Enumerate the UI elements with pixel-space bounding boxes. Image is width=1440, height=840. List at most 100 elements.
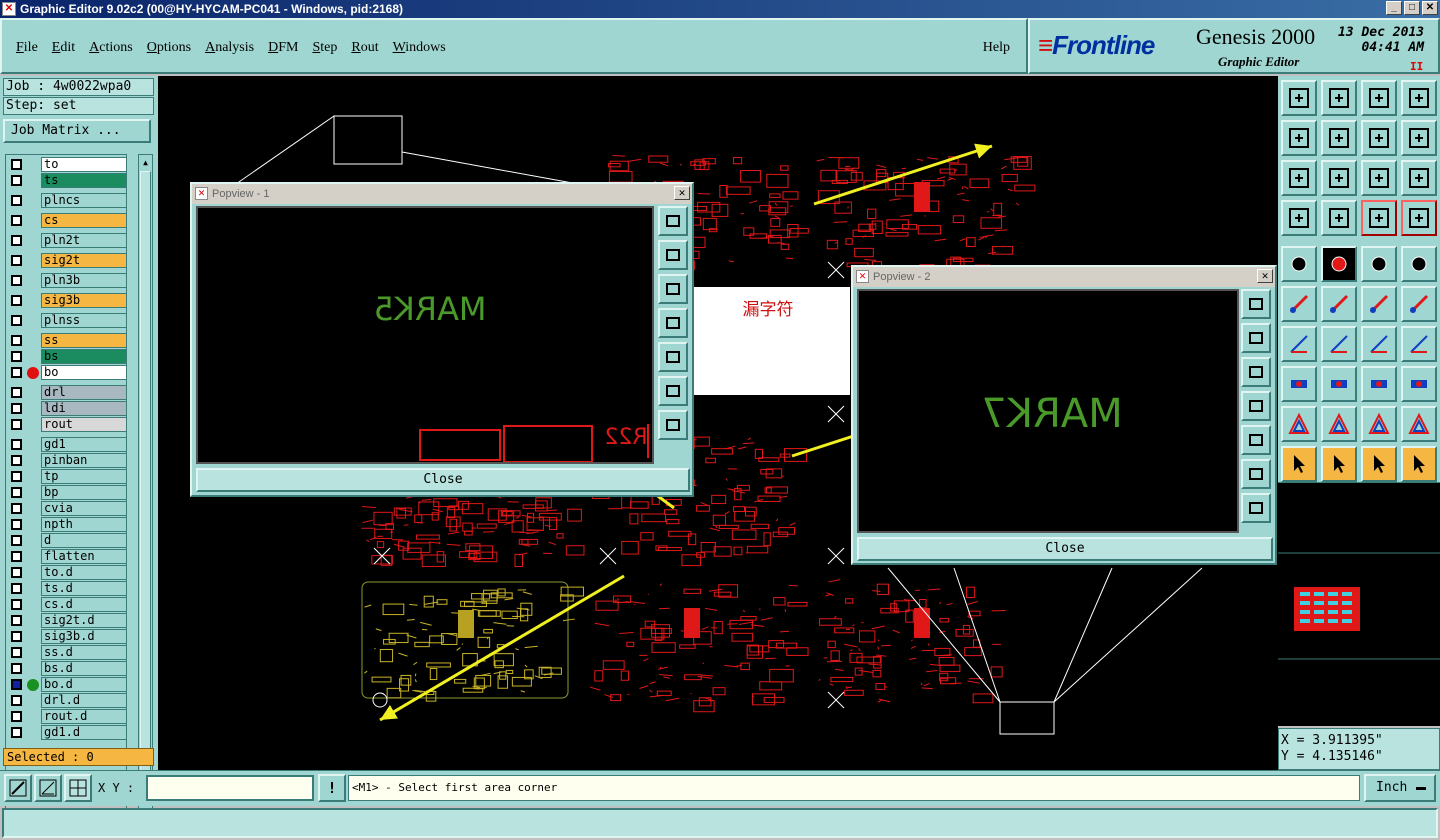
line-node2-button[interactable]: [1401, 286, 1437, 322]
arrow-left-button[interactable]: [1281, 120, 1317, 156]
popview-tool-button[interactable]: [1241, 391, 1271, 421]
cut-button[interactable]: [1321, 246, 1357, 282]
exclamation-button[interactable]: !: [318, 774, 346, 802]
popview-1-window[interactable]: ✕ Popview - 1 ✕ MARK5 R22 Close: [190, 182, 694, 497]
cross-button[interactable]: [1321, 286, 1357, 322]
layer-checkbox[interactable]: [11, 583, 22, 594]
layer-name[interactable]: sig2t.d: [41, 613, 126, 628]
layer-checkbox[interactable]: [11, 387, 22, 398]
layer-checkbox[interactable]: [11, 335, 22, 346]
layer-checkbox[interactable]: [11, 215, 22, 226]
layer-name[interactable]: sig3b.d: [41, 629, 126, 644]
layer-checkbox[interactable]: [11, 439, 22, 450]
maximize-button[interactable]: □: [1404, 1, 1420, 15]
layer-name[interactable]: rout.d: [41, 709, 126, 724]
layer-row[interactable]: plnss: [6, 313, 126, 328]
popview-1-view[interactable]: MARK5 R22: [196, 206, 654, 464]
layer-row[interactable]: bp: [6, 485, 126, 500]
layer-name[interactable]: gd1: [41, 437, 126, 452]
job-matrix-button[interactable]: Job Matrix ...: [3, 119, 151, 143]
layer-checkbox[interactable]: [11, 367, 22, 378]
popview-tool-button[interactable]: [1241, 425, 1271, 455]
popview-2-window[interactable]: ✕ Popview - 2 ✕ MARK7 Close: [851, 265, 1277, 565]
arrow-right-button[interactable]: [1321, 120, 1357, 156]
layer-row[interactable]: pln3b: [6, 273, 126, 288]
grid-button[interactable]: [1321, 200, 1357, 236]
layer-name[interactable]: bs.d: [41, 661, 126, 676]
nodes-button[interactable]: [1281, 286, 1317, 322]
arc-button[interactable]: [1361, 326, 1397, 362]
center-button[interactable]: [1321, 160, 1357, 196]
popview-tool-button[interactable]: [1241, 357, 1271, 387]
layer-checkbox[interactable]: [11, 195, 22, 206]
minimize-button[interactable]: _: [1386, 1, 1402, 15]
layer-name[interactable]: drl.d: [41, 693, 126, 708]
menu-windows[interactable]: Windows: [393, 40, 446, 56]
layer-checkbox[interactable]: [11, 487, 22, 498]
layer-checkbox[interactable]: [11, 175, 22, 186]
layer-checkbox[interactable]: [11, 535, 22, 546]
layer-row[interactable]: gd1: [6, 437, 126, 452]
scroll-up-icon[interactable]: ▲: [140, 156, 151, 169]
layer-checkbox[interactable]: [11, 679, 22, 690]
layer-checkbox[interactable]: [11, 403, 22, 414]
layer-row[interactable]: bo.d: [6, 677, 126, 692]
layer-row[interactable]: cvia: [6, 501, 126, 516]
layer-row[interactable]: gd1.d: [6, 725, 126, 740]
home-button[interactable]: [1361, 80, 1397, 116]
layer-name[interactable]: plnss: [41, 313, 126, 328]
popview-2-close-icon[interactable]: ✕: [1257, 269, 1273, 283]
layer-name[interactable]: ldi: [41, 401, 126, 416]
layer-row[interactable]: drl.d: [6, 693, 126, 708]
popview-tool-button[interactable]: [1241, 289, 1271, 319]
popview-tool-button[interactable]: [658, 206, 688, 236]
menu-file[interactable]: File: [16, 40, 38, 56]
popview-tool-button[interactable]: [1241, 323, 1271, 353]
arrow-down-button[interactable]: [1321, 80, 1357, 116]
popview-tool-button[interactable]: [658, 274, 688, 304]
layer-checkbox[interactable]: [11, 567, 22, 578]
layer-checkbox[interactable]: [11, 419, 22, 430]
group-button[interactable]: [1401, 366, 1437, 402]
line-button[interactable]: [1321, 326, 1357, 362]
measure-button[interactable]: [34, 774, 62, 802]
layer-checkbox[interactable]: [11, 663, 22, 674]
help-button[interactable]: [1401, 160, 1437, 196]
popview-tool-button[interactable]: [1241, 459, 1271, 489]
layer-checkbox[interactable]: [11, 647, 22, 658]
layer-row[interactable]: sig3b.d: [6, 629, 126, 644]
layer-checkbox[interactable]: [11, 503, 22, 514]
layer-checkbox[interactable]: [11, 235, 22, 246]
box-button[interactable]: [1361, 366, 1397, 402]
layer-row[interactable]: bo: [6, 365, 126, 380]
layer-checkbox[interactable]: [11, 159, 22, 170]
undo-s-button[interactable]: [1401, 120, 1437, 156]
layer-name[interactable]: ss: [41, 333, 126, 348]
popview-tool-button[interactable]: [658, 240, 688, 270]
layer-row[interactable]: bs.d: [6, 661, 126, 676]
layer-row[interactable]: ts: [6, 173, 126, 188]
triangle4-button[interactable]: [1401, 406, 1437, 442]
layer-row[interactable]: drl: [6, 385, 126, 400]
layer-checkbox[interactable]: [11, 631, 22, 642]
layer-name[interactable]: rout: [41, 417, 126, 432]
triangle-button[interactable]: [1281, 406, 1317, 442]
layer-row[interactable]: plncs: [6, 193, 126, 208]
layer-name[interactable]: ts: [41, 173, 126, 188]
route-button[interactable]: [1401, 446, 1437, 482]
text-button[interactable]: [1401, 326, 1437, 362]
stop-button[interactable]: [1401, 246, 1437, 282]
line-node-button[interactable]: [1361, 286, 1397, 322]
menu-step[interactable]: Step: [312, 40, 337, 56]
layer-checkbox[interactable]: [11, 599, 22, 610]
layer-name[interactable]: flatten: [41, 549, 126, 564]
layer-checkbox[interactable]: [11, 471, 22, 482]
layer-row[interactable]: to: [6, 157, 126, 172]
grid-snap-button[interactable]: [64, 774, 92, 802]
popview-tool-button[interactable]: [658, 342, 688, 372]
pointer-button[interactable]: [1281, 446, 1317, 482]
arrow-up-button[interactable]: [1281, 80, 1317, 116]
layer-name[interactable]: sig2t: [41, 253, 126, 268]
layer-checkbox[interactable]: [11, 351, 22, 362]
layer-name[interactable]: cs.d: [41, 597, 126, 612]
